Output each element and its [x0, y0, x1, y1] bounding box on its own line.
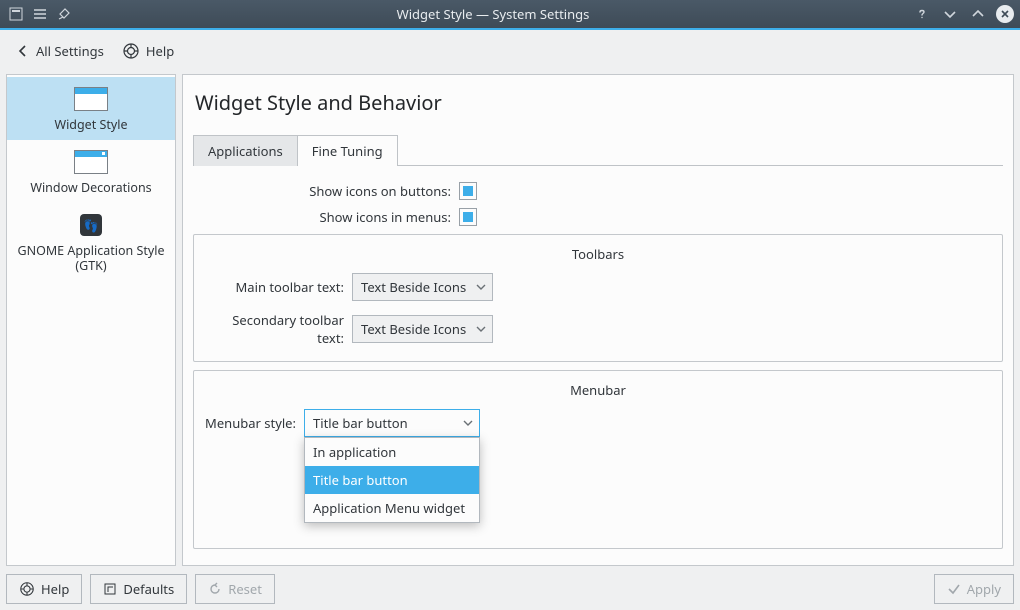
dropdown-option[interactable]: In application: [305, 438, 479, 466]
main-area: Widget Style Window Decorations 👣 GNOME …: [6, 74, 1014, 566]
gtk-icon: 👣: [71, 211, 111, 239]
sidebar-item-label: Window Decorations: [30, 180, 151, 195]
help-button[interactable]: Help: [6, 574, 82, 604]
close-icon[interactable]: [996, 5, 1014, 23]
maximize-icon[interactable]: [968, 4, 988, 24]
chevron-down-icon: [463, 418, 473, 428]
main-toolbar-text-combo[interactable]: Text Beside Icons: [352, 273, 493, 301]
tab-applications[interactable]: Applications: [193, 135, 298, 166]
page-title: Widget Style and Behavior: [193, 83, 1003, 126]
minimize-icon[interactable]: [940, 4, 960, 24]
row-show-icons-menus: Show icons in menus:: [193, 208, 1003, 226]
check-icon: [947, 582, 961, 596]
hamburger-icon[interactable]: [30, 4, 50, 24]
reset-button[interactable]: Reset: [195, 574, 275, 604]
sidebar-item-gnome-gtk[interactable]: 👣 GNOME Application Style (GTK): [7, 203, 175, 281]
help-toolbar-label: Help: [146, 42, 174, 60]
help-toolbar-button[interactable]: Help: [118, 40, 178, 62]
titlebar: Widget Style — System Settings: [0, 0, 1020, 30]
menubar-style-combo[interactable]: Title bar button In application Title ba…: [304, 409, 480, 437]
sidebar-item-label: Widget Style: [54, 117, 127, 132]
tab-panel-fine-tuning: Show icons on buttons: Show icons in men…: [193, 174, 1003, 557]
help-icon: [122, 42, 140, 60]
content: Widget Style and Behavior Applications F…: [182, 74, 1014, 566]
window-decorations-icon: [71, 148, 111, 176]
tab-fine-tuning[interactable]: Fine Tuning: [297, 135, 398, 166]
chevron-down-icon: [476, 324, 486, 334]
defaults-button[interactable]: Defaults: [90, 574, 187, 604]
show-icons-buttons-label: Show icons on buttons:: [193, 182, 451, 200]
apply-button[interactable]: Apply: [934, 574, 1014, 604]
window-body: All Settings Help Widget Style Window De…: [0, 30, 1020, 610]
combo-value: Text Beside Icons: [361, 278, 466, 296]
tabstrip: Applications Fine Tuning: [193, 134, 1003, 166]
show-icons-menus-label: Show icons in menus:: [193, 208, 451, 226]
row-show-icons-buttons: Show icons on buttons:: [193, 182, 1003, 200]
row-secondary-toolbar-text: Secondary toolbar text: Text Beside Icon…: [204, 311, 992, 347]
sidebar-item-label: GNOME Application Style (GTK): [13, 243, 169, 273]
row-menubar-style: Menubar style: Title bar button In appli…: [204, 409, 992, 437]
app-menu-icon[interactable]: [6, 4, 26, 24]
group-toolbars: Toolbars Main toolbar text: Text Beside …: [193, 234, 1003, 362]
sidebar-item-window-decorations[interactable]: Window Decorations: [7, 140, 175, 203]
pin-icon[interactable]: [54, 4, 74, 24]
defaults-icon: [103, 582, 117, 596]
help-button-label: Help: [41, 580, 69, 598]
chevron-down-icon: [476, 282, 486, 292]
all-settings-button[interactable]: All Settings: [12, 40, 108, 62]
group-menubar: Menubar Menubar style: Title bar button …: [193, 370, 1003, 549]
spacer: [283, 574, 926, 604]
dropdown-option[interactable]: Title bar button: [305, 466, 479, 494]
titlebar-left-controls: [6, 4, 74, 24]
widget-style-icon: [71, 85, 111, 113]
bottom-bar: Help Defaults Reset Apply: [6, 570, 1014, 604]
secondary-toolbar-text-label: Secondary toolbar text:: [204, 311, 344, 347]
group-toolbars-title: Toolbars: [204, 245, 992, 263]
show-icons-menus-checkbox[interactable]: [459, 208, 477, 226]
reset-icon: [208, 582, 222, 596]
combo-value: Text Beside Icons: [361, 320, 466, 338]
apply-button-label: Apply: [967, 580, 1001, 598]
show-icons-buttons-checkbox[interactable]: [459, 182, 477, 200]
reset-button-label: Reset: [228, 580, 262, 598]
all-settings-label: All Settings: [36, 42, 104, 60]
menubar-style-label: Menubar style:: [204, 414, 296, 432]
combo-value: Title bar button: [313, 414, 453, 432]
main-toolbar-text-label: Main toolbar text:: [204, 278, 344, 296]
help-icon: [19, 581, 35, 597]
row-main-toolbar-text: Main toolbar text: Text Beside Icons: [204, 273, 992, 301]
dropdown-option[interactable]: Application Menu widget: [305, 494, 479, 522]
titlebar-right-controls: [912, 4, 1014, 24]
sidebar: Widget Style Window Decorations 👣 GNOME …: [6, 74, 176, 566]
chevron-left-icon: [16, 44, 30, 58]
top-toolbar: All Settings Help: [6, 36, 1014, 70]
window-title: Widget Style — System Settings: [74, 5, 912, 23]
sidebar-item-widget-style[interactable]: Widget Style: [7, 77, 175, 140]
defaults-button-label: Defaults: [123, 580, 174, 598]
menubar-style-dropdown: In application Title bar button Applicat…: [304, 437, 480, 523]
secondary-toolbar-text-combo[interactable]: Text Beside Icons: [352, 315, 493, 343]
group-menubar-title: Menubar: [204, 381, 992, 399]
help-titlebar-icon[interactable]: [912, 4, 932, 24]
